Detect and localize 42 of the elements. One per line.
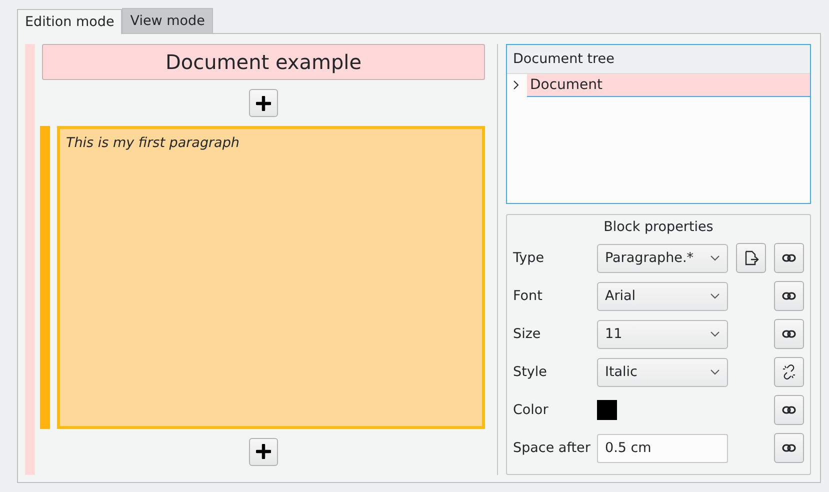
link-button[interactable] bbox=[774, 433, 804, 463]
chevron-icon bbox=[710, 331, 720, 337]
link-button[interactable] bbox=[774, 243, 804, 273]
tree-item[interactable]: Document bbox=[527, 74, 810, 96]
tree-header: Document tree bbox=[507, 45, 810, 74]
link-button[interactable] bbox=[774, 357, 804, 387]
property-label: Space after bbox=[513, 440, 592, 456]
link-icon bbox=[782, 292, 796, 300]
paragraph-text: This is my first paragraph bbox=[66, 135, 240, 152]
plus-icon bbox=[256, 444, 272, 460]
document-title[interactable]: Document example bbox=[42, 44, 486, 80]
chevron-icon bbox=[710, 369, 720, 375]
link-icon bbox=[782, 444, 796, 452]
chevron-icon bbox=[710, 293, 720, 299]
property-label: Size bbox=[513, 326, 542, 342]
plus-icon bbox=[256, 96, 272, 111]
input-field[interactable]: 0.5 cm bbox=[597, 434, 728, 462]
tab[interactable]: Edition mode bbox=[17, 9, 122, 34]
link-button[interactable] bbox=[774, 395, 804, 425]
chevron-icon bbox=[710, 255, 720, 261]
link-icon bbox=[782, 254, 796, 262]
link-icon bbox=[782, 330, 796, 338]
paragraph-block[interactable]: This is my first paragraph bbox=[57, 126, 486, 429]
link-button[interactable] bbox=[774, 319, 804, 349]
document-arrow-icon bbox=[743, 250, 759, 266]
property-label: Font bbox=[513, 288, 544, 304]
property-label: Color bbox=[513, 402, 550, 418]
export-button[interactable] bbox=[736, 243, 766, 273]
add-block-button[interactable] bbox=[249, 438, 278, 466]
property-label: Style bbox=[513, 364, 548, 380]
dropdown[interactable]: Italic bbox=[597, 358, 728, 386]
color-swatch[interactable] bbox=[597, 400, 617, 420]
dropdown[interactable]: Arial bbox=[597, 282, 728, 310]
tab[interactable]: View mode bbox=[122, 8, 213, 33]
dropdown[interactable]: 11 bbox=[597, 320, 728, 348]
add-block-button[interactable] bbox=[249, 89, 278, 118]
dropdown[interactable]: Paragraphe.* bbox=[597, 244, 728, 272]
link-icon bbox=[782, 406, 796, 414]
link-button[interactable] bbox=[774, 281, 804, 311]
broken-link-icon bbox=[781, 364, 797, 380]
property-label: Type bbox=[513, 250, 546, 266]
panel-title: Block properties bbox=[602, 219, 714, 235]
